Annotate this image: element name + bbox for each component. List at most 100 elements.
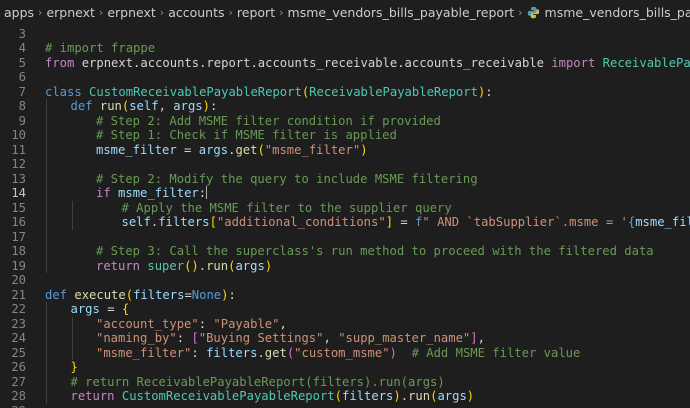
- code-token: # Add MSME filter value: [411, 345, 581, 360]
- code-line[interactable]: 20: [0, 273, 690, 288]
- code-line[interactable]: 19 return super().run(args): [0, 259, 690, 274]
- code-text: args = {: [71, 302, 130, 317]
- code-line[interactable]: 22 args = {: [0, 302, 690, 317]
- code-token: ): [221, 287, 229, 302]
- line-number: 10: [11, 128, 26, 142]
- code-token: # Apply the MSME filter to the supplier …: [121, 200, 452, 215]
- breadcrumb-item[interactable]: accounts: [168, 5, 224, 20]
- code-line[interactable]: 17: [0, 230, 690, 245]
- code-line[interactable]: 12: [0, 157, 690, 172]
- code-token: None: [191, 287, 222, 302]
- code-token: def: [45, 287, 68, 302]
- line-number: 21: [11, 287, 26, 302]
- code-line[interactable]: 5 from erpnext.accounts.report.accounts_r…: [0, 56, 690, 71]
- code-token: self: [121, 215, 151, 229]
- code-line[interactable]: 27 # return ReceivablePayableReport(filte…: [0, 375, 690, 390]
- code-token: self: [129, 99, 159, 113]
- code-token: if: [96, 186, 111, 200]
- chevron-right-icon: ›: [279, 5, 284, 19]
- code-token: import: [551, 55, 596, 70]
- code-token: :: [209, 99, 218, 113]
- breadcrumb-item[interactable]: erpnext: [46, 5, 94, 20]
- code-token: args: [437, 389, 467, 403]
- breadcrumb-item[interactable]: apps: [4, 5, 34, 20]
- line-number: 25: [11, 345, 26, 360]
- python-icon: [527, 6, 540, 19]
- code-token: (: [257, 142, 265, 157]
- code-token: run: [206, 258, 229, 273]
- breadcrumb: apps › erpnext › erpnext › accounts › report › msm…: [0, 0, 690, 24]
- line-number: 22: [11, 302, 26, 316]
- code-token: from: [45, 55, 75, 70]
- line-number: 26: [11, 360, 26, 374]
- code-line[interactable]: 21 def execute(filters=None):: [0, 288, 690, 303]
- code-token: ): [360, 142, 368, 157]
- breadcrumb-item[interactable]: report: [237, 5, 275, 20]
- code-token: ,: [158, 99, 174, 113]
- code-text: # Step 2: Add MSME filter condition if p…: [96, 114, 441, 129]
- code-line[interactable]: 13 # Step 2: Modify the query to include …: [0, 172, 690, 187]
- code-token: [: [191, 331, 199, 345]
- line-number: 14: [11, 186, 26, 200]
- code-line[interactable]: 16 self.filters["additional_conditions"] …: [0, 215, 690, 230]
- line-number: 6: [18, 70, 26, 84]
- code-line[interactable]: 10 # Step 1: Check if MSME filter is appl…: [0, 128, 690, 143]
- code-token: ,: [323, 331, 339, 345]
- code-line[interactable]: 6: [0, 70, 690, 85]
- code-text: from erpnext.accounts.report.accounts_re…: [45, 56, 690, 71]
- line-number: 13: [11, 171, 26, 186]
- code-line[interactable]: 14 if msme_filter:: [0, 186, 690, 201]
- code-text: "msme_filter": filters.get("custom_msme"…: [96, 346, 580, 361]
- code-token: erpnext.accounts.report.accounts_receiva…: [74, 55, 552, 70]
- code-token: run: [408, 389, 431, 403]
- chevron-right-icon: ›: [159, 5, 165, 19]
- code-token: CustomReceivablePayableReport: [89, 84, 302, 99]
- code-text: "account_type": "Payable",: [96, 317, 287, 332]
- code-line[interactable]: 24 "naming_by": ["Buying Settings", "supp…: [0, 331, 690, 346]
- code-token: :: [485, 84, 493, 99]
- code-token: ]: [385, 215, 394, 229]
- code-token: "additional_conditions": [216, 215, 386, 229]
- code-token: args: [235, 258, 265, 273]
- code-line[interactable]: 3: [0, 27, 690, 42]
- breadcrumb-item[interactable]: msme_vendors_bills_payable_report.py: [545, 5, 690, 20]
- code-line[interactable]: 15 # Apply the MSME filter to the supplie…: [0, 201, 690, 216]
- code-line[interactable]: 23 "account_type": "Payable",: [0, 317, 690, 332]
- code-line[interactable]: 9 # Step 2: Add MSME filter condition if …: [0, 114, 690, 129]
- line-number: 23: [11, 316, 26, 331]
- line-number: 15: [11, 200, 26, 215]
- code-editor[interactable]: 3 4 # import frappe 5 from erpnext.accounts.…: [0, 24, 690, 408]
- code-token: :: [198, 186, 207, 200]
- code-token: "custom_msme": [294, 345, 390, 360]
- code-line[interactable]: 25 "msme_filter": filters.get("custom_msm…: [0, 346, 690, 361]
- line-number: 27: [11, 374, 26, 389]
- code-token: return: [70, 389, 115, 403]
- code-line[interactable]: 4 # import frappe: [0, 41, 690, 56]
- code-line[interactable]: 11 msme_filter = args.get("msme_filter"): [0, 143, 690, 158]
- code-token: ): [264, 258, 273, 273]
- code-token: class: [45, 84, 82, 99]
- code-text: }: [71, 360, 78, 375]
- code-token: }: [70, 360, 78, 374]
- breadcrumb-item[interactable]: erpnext: [107, 5, 155, 20]
- line-number: 8: [18, 99, 26, 113]
- code-token: args: [198, 142, 229, 157]
- code-token: "msme_filter": [264, 142, 361, 157]
- code-line[interactable]: 26}: [0, 360, 690, 375]
- code-line[interactable]: 18 # Step 3: Call the superclass's run me…: [0, 244, 690, 259]
- code-token: msme_filter: [118, 186, 199, 200]
- code-token: "Payable": [213, 316, 280, 331]
- code-line[interactable]: 8 def run(self, args):: [0, 99, 690, 114]
- code-line[interactable]: 29: [0, 404, 690, 408]
- code-text: # Apply the MSME filter to the supplier …: [122, 201, 452, 216]
- code-token: run: [99, 99, 122, 113]
- line-number: 11: [11, 142, 26, 157]
- code-token: # Step 1: Check if MSME filter is applie…: [96, 128, 397, 142]
- code-token: execute: [74, 287, 126, 302]
- code-line[interactable]: 28 return CustomReceivablePayableReport(f…: [0, 389, 690, 404]
- code-line[interactable]: 7 class CustomReceivablePayableReport(Rec…: [0, 85, 690, 100]
- breadcrumb-item[interactable]: msme_vendors_bills_payable_report: [288, 5, 515, 20]
